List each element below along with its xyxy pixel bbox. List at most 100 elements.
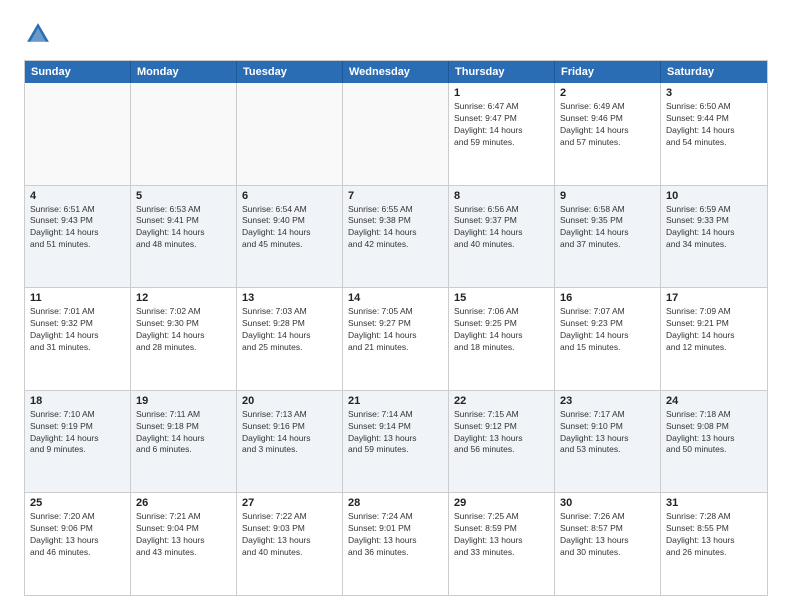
day-cell-16: 16 Sunrise: 7:07 AM Sunset: 9:23 PM Dayli… <box>555 288 661 390</box>
header-day-monday: Monday <box>131 61 237 83</box>
day-number: 1 <box>454 87 549 99</box>
day-content: Sunrise: 6:49 AM Sunset: 9:46 PM Dayligh… <box>560 101 655 149</box>
calendar-body: 1 Sunrise: 6:47 AM Sunset: 9:47 PM Daylig… <box>25 83 767 595</box>
day-cell-10: 10 Sunrise: 6:59 AM Sunset: 9:33 PM Dayli… <box>661 186 767 288</box>
day-number: 15 <box>454 292 549 304</box>
empty-cell <box>343 83 449 185</box>
logo <box>24 20 56 48</box>
calendar-header: SundayMondayTuesdayWednesdayThursdayFrid… <box>25 61 767 83</box>
day-number: 23 <box>560 395 655 407</box>
day-content: Sunrise: 6:55 AM Sunset: 9:38 PM Dayligh… <box>348 204 443 252</box>
calendar: SundayMondayTuesdayWednesdayThursdayFrid… <box>24 60 768 596</box>
day-cell-17: 17 Sunrise: 7:09 AM Sunset: 9:21 PM Dayli… <box>661 288 767 390</box>
day-number: 26 <box>136 497 231 509</box>
day-content: Sunrise: 7:09 AM Sunset: 9:21 PM Dayligh… <box>666 306 762 354</box>
day-number: 5 <box>136 190 231 202</box>
calendar-row-2: 11 Sunrise: 7:01 AM Sunset: 9:32 PM Dayli… <box>25 287 767 390</box>
day-number: 11 <box>30 292 125 304</box>
day-content: Sunrise: 7:17 AM Sunset: 9:10 PM Dayligh… <box>560 409 655 457</box>
day-content: Sunrise: 7:10 AM Sunset: 9:19 PM Dayligh… <box>30 409 125 457</box>
day-content: Sunrise: 7:15 AM Sunset: 9:12 PM Dayligh… <box>454 409 549 457</box>
day-cell-8: 8Sunrise: 6:56 AM Sunset: 9:37 PM Daylig… <box>449 186 555 288</box>
day-number: 7 <box>348 190 443 202</box>
day-number: 24 <box>666 395 762 407</box>
day-cell-14: 14 Sunrise: 7:05 AM Sunset: 9:27 PM Dayli… <box>343 288 449 390</box>
day-content: Sunrise: 6:47 AM Sunset: 9:47 PM Dayligh… <box>454 101 549 149</box>
day-content: Sunrise: 7:05 AM Sunset: 9:27 PM Dayligh… <box>348 306 443 354</box>
day-cell-5: 5Sunrise: 6:53 AM Sunset: 9:41 PM Daylig… <box>131 186 237 288</box>
day-number: 19 <box>136 395 231 407</box>
day-number: 31 <box>666 497 762 509</box>
day-cell-22: 22 Sunrise: 7:15 AM Sunset: 9:12 PM Dayli… <box>449 391 555 493</box>
day-content: Sunrise: 7:20 AM Sunset: 9:06 PM Dayligh… <box>30 511 125 559</box>
day-cell-6: 6 Sunrise: 6:54 AM Sunset: 9:40 PM Daylig… <box>237 186 343 288</box>
day-content: Sunrise: 7:07 AM Sunset: 9:23 PM Dayligh… <box>560 306 655 354</box>
day-number: 9 <box>560 190 655 202</box>
day-content: Sunrise: 6:58 AM Sunset: 9:35 PM Dayligh… <box>560 204 655 252</box>
day-cell-26: 26 Sunrise: 7:21 AM Sunset: 9:04 PM Dayli… <box>131 493 237 595</box>
day-cell-31: 31 Sunrise: 7:28 AM Sunset: 8:55 PM Dayli… <box>661 493 767 595</box>
calendar-row-0: 1 Sunrise: 6:47 AM Sunset: 9:47 PM Daylig… <box>25 83 767 185</box>
day-number: 13 <box>242 292 337 304</box>
logo-icon <box>24 20 52 48</box>
day-content: Sunrise: 7:06 AM Sunset: 9:25 PM Dayligh… <box>454 306 549 354</box>
day-number: 21 <box>348 395 443 407</box>
day-cell-19: 19 Sunrise: 7:11 AM Sunset: 9:18 PM Dayli… <box>131 391 237 493</box>
day-content: Sunrise: 7:21 AM Sunset: 9:04 PM Dayligh… <box>136 511 231 559</box>
day-cell-15: 15 Sunrise: 7:06 AM Sunset: 9:25 PM Dayli… <box>449 288 555 390</box>
day-cell-7: 7 Sunrise: 6:55 AM Sunset: 9:38 PM Daylig… <box>343 186 449 288</box>
day-number: 10 <box>666 190 762 202</box>
day-cell-28: 28 Sunrise: 7:24 AM Sunset: 9:01 PM Dayli… <box>343 493 449 595</box>
day-number: 16 <box>560 292 655 304</box>
day-content: Sunrise: 7:01 AM Sunset: 9:32 PM Dayligh… <box>30 306 125 354</box>
day-number: 29 <box>454 497 549 509</box>
day-number: 18 <box>30 395 125 407</box>
day-cell-30: 30 Sunrise: 7:26 AM Sunset: 8:57 PM Dayli… <box>555 493 661 595</box>
calendar-row-4: 25 Sunrise: 7:20 AM Sunset: 9:06 PM Dayli… <box>25 492 767 595</box>
day-cell-21: 21 Sunrise: 7:14 AM Sunset: 9:14 PM Dayli… <box>343 391 449 493</box>
header-day-tuesday: Tuesday <box>237 61 343 83</box>
day-number: 6 <box>242 190 337 202</box>
day-cell-13: 13Sunrise: 7:03 AM Sunset: 9:28 PM Dayli… <box>237 288 343 390</box>
day-content: Sunrise: 6:50 AM Sunset: 9:44 PM Dayligh… <box>666 101 762 149</box>
day-content: Sunrise: 6:54 AM Sunset: 9:40 PM Dayligh… <box>242 204 337 252</box>
day-number: 17 <box>666 292 762 304</box>
empty-cell <box>131 83 237 185</box>
day-content: Sunrise: 6:51 AM Sunset: 9:43 PM Dayligh… <box>30 204 125 252</box>
day-number: 30 <box>560 497 655 509</box>
day-content: Sunrise: 6:56 AM Sunset: 9:37 PM Dayligh… <box>454 204 549 252</box>
header-day-friday: Friday <box>555 61 661 83</box>
day-cell-20: 20 Sunrise: 7:13 AM Sunset: 9:16 PM Dayli… <box>237 391 343 493</box>
day-cell-9: 9 Sunrise: 6:58 AM Sunset: 9:35 PM Daylig… <box>555 186 661 288</box>
day-number: 28 <box>348 497 443 509</box>
day-cell-2: 2 Sunrise: 6:49 AM Sunset: 9:46 PM Daylig… <box>555 83 661 185</box>
day-content: Sunrise: 7:22 AM Sunset: 9:03 PM Dayligh… <box>242 511 337 559</box>
day-content: Sunrise: 7:14 AM Sunset: 9:14 PM Dayligh… <box>348 409 443 457</box>
day-content: Sunrise: 7:13 AM Sunset: 9:16 PM Dayligh… <box>242 409 337 457</box>
day-cell-23: 23 Sunrise: 7:17 AM Sunset: 9:10 PM Dayli… <box>555 391 661 493</box>
day-cell-25: 25 Sunrise: 7:20 AM Sunset: 9:06 PM Dayli… <box>25 493 131 595</box>
page: SundayMondayTuesdayWednesdayThursdayFrid… <box>0 0 792 612</box>
day-content: Sunrise: 7:24 AM Sunset: 9:01 PM Dayligh… <box>348 511 443 559</box>
day-content: Sunrise: 7:26 AM Sunset: 8:57 PM Dayligh… <box>560 511 655 559</box>
day-number: 14 <box>348 292 443 304</box>
header-day-sunday: Sunday <box>25 61 131 83</box>
day-number: 25 <box>30 497 125 509</box>
day-cell-24: 24Sunrise: 7:18 AM Sunset: 9:08 PM Dayli… <box>661 391 767 493</box>
day-content: Sunrise: 6:59 AM Sunset: 9:33 PM Dayligh… <box>666 204 762 252</box>
day-number: 20 <box>242 395 337 407</box>
day-number: 22 <box>454 395 549 407</box>
day-cell-11: 11 Sunrise: 7:01 AM Sunset: 9:32 PM Dayli… <box>25 288 131 390</box>
day-number: 12 <box>136 292 231 304</box>
day-number: 2 <box>560 87 655 99</box>
day-cell-4: 4 Sunrise: 6:51 AM Sunset: 9:43 PM Daylig… <box>25 186 131 288</box>
calendar-row-1: 4 Sunrise: 6:51 AM Sunset: 9:43 PM Daylig… <box>25 185 767 288</box>
empty-cell <box>237 83 343 185</box>
header-day-wednesday: Wednesday <box>343 61 449 83</box>
empty-cell <box>25 83 131 185</box>
day-number: 4 <box>30 190 125 202</box>
header <box>24 20 768 48</box>
day-content: Sunrise: 7:28 AM Sunset: 8:55 PM Dayligh… <box>666 511 762 559</box>
day-cell-12: 12Sunrise: 7:02 AM Sunset: 9:30 PM Dayli… <box>131 288 237 390</box>
day-content: Sunrise: 7:11 AM Sunset: 9:18 PM Dayligh… <box>136 409 231 457</box>
